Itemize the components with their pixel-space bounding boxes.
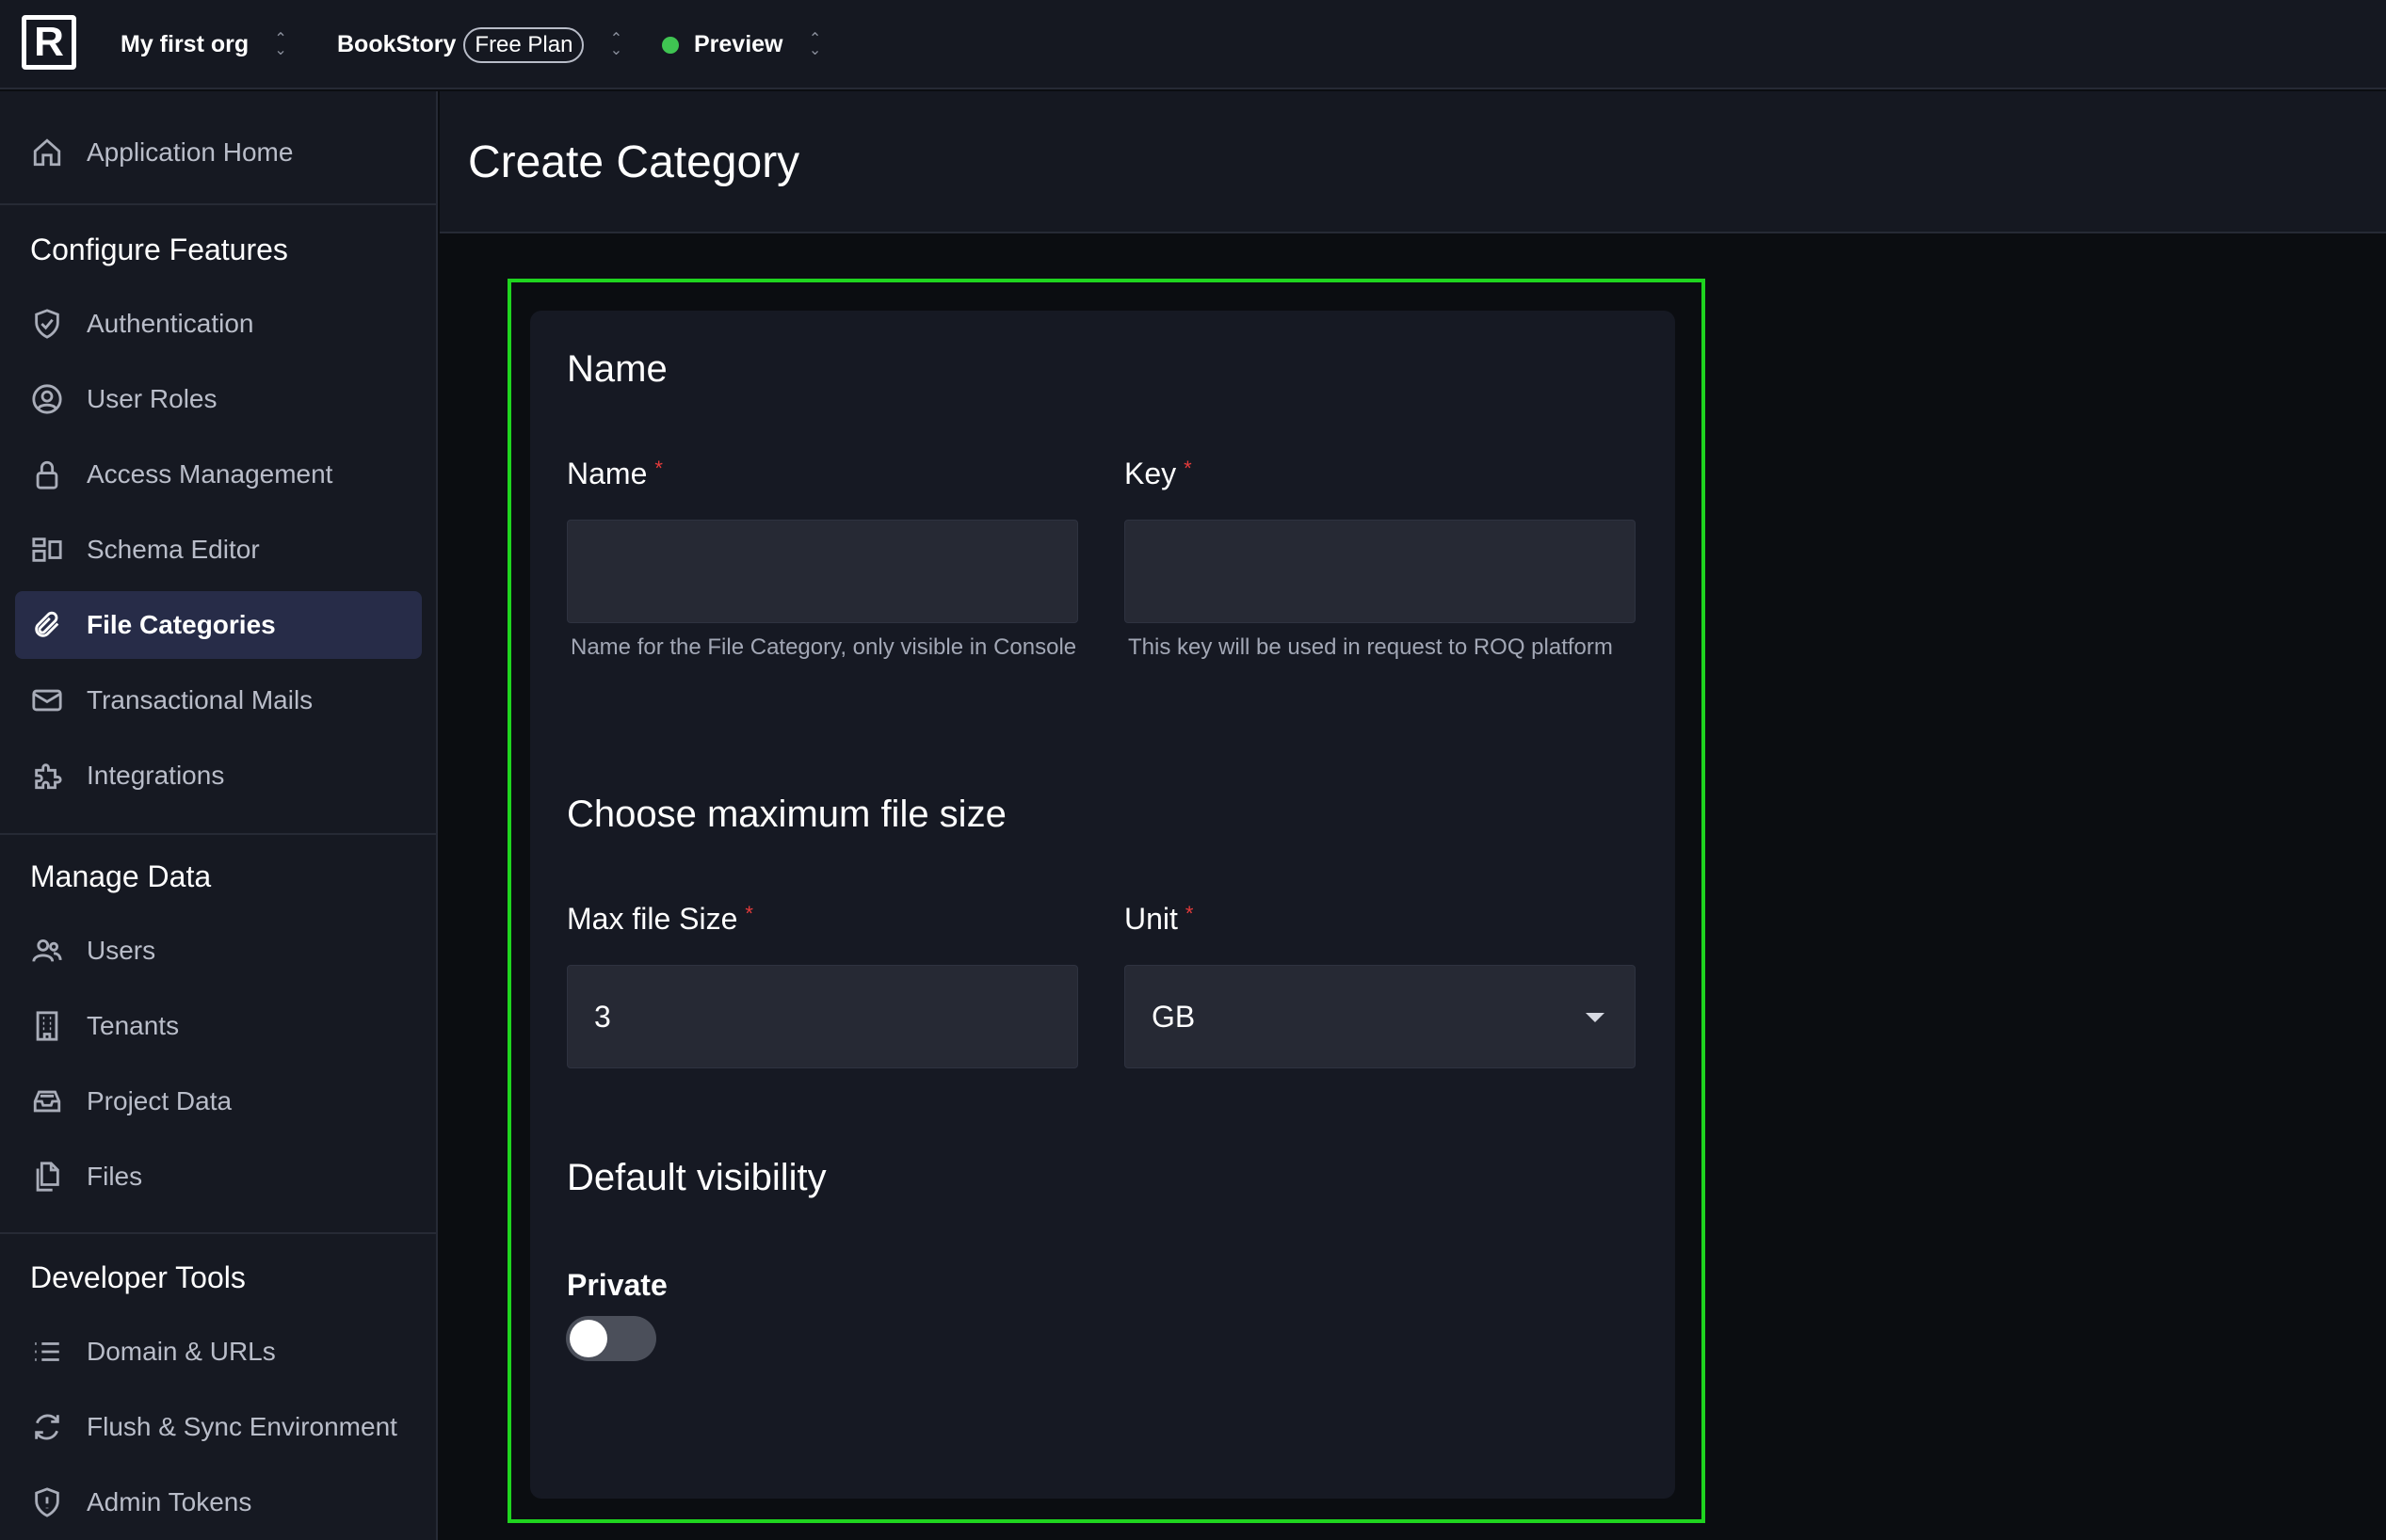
name-field-label: Name * bbox=[567, 457, 663, 491]
sidebar-divider bbox=[0, 833, 436, 835]
schema-icon bbox=[30, 533, 64, 567]
environment-name: Preview bbox=[694, 31, 783, 57]
plan-badge: Free Plan bbox=[463, 26, 585, 63]
unit-select[interactable]: GB bbox=[1124, 965, 1636, 1068]
chevron-updown-icon: ⌃ ⌄ bbox=[808, 30, 822, 58]
private-toggle[interactable] bbox=[566, 1316, 656, 1361]
project-name: BookStory bbox=[337, 31, 457, 57]
user-circle-icon bbox=[30, 382, 64, 416]
required-mark: * bbox=[745, 902, 753, 925]
page-title: Create Category bbox=[468, 137, 800, 187]
shield-alert-icon bbox=[30, 1485, 64, 1519]
required-mark: * bbox=[1184, 457, 1192, 480]
sidebar-item-label: Schema Editor bbox=[87, 535, 260, 564]
section-heading-file-size: Choose maximum file size bbox=[567, 794, 1007, 835]
sidebar-item-label: Access Management bbox=[87, 459, 333, 489]
private-toggle-label: Private bbox=[567, 1268, 668, 1302]
section-heading-name: Name bbox=[567, 348, 668, 390]
name-label-text: Name bbox=[567, 457, 648, 490]
sidebar-item-label: File Categories bbox=[87, 610, 276, 639]
key-input[interactable] bbox=[1124, 520, 1636, 623]
environment-switcher[interactable]: Preview ⌃ ⌄ bbox=[662, 0, 823, 89]
max-size-label-text: Max file Size bbox=[567, 902, 738, 936]
logo-letter: R bbox=[34, 19, 64, 65]
database-icon bbox=[30, 1084, 64, 1118]
section-title-configure: Configure Features bbox=[30, 233, 288, 266]
sidebar-item-label: Flush & Sync Environment bbox=[87, 1412, 397, 1441]
sidebar-item-flush-sync[interactable]: Flush & Sync Environment bbox=[15, 1393, 422, 1461]
section-title-developer: Developer Tools bbox=[30, 1260, 246, 1294]
max-size-input[interactable]: 3 bbox=[567, 965, 1078, 1068]
top-bar: R My first org ⌃ ⌄ BookStory Free Plan ⌃ ⌄… bbox=[0, 0, 2386, 89]
page-header: Create Category bbox=[440, 91, 2386, 233]
building-icon bbox=[30, 1009, 64, 1043]
lock-icon bbox=[30, 457, 64, 491]
sidebar-divider bbox=[0, 1232, 436, 1234]
key-label-text: Key bbox=[1124, 457, 1177, 490]
files-icon bbox=[30, 1160, 64, 1194]
sidebar-item-admin-tokens[interactable]: Admin Tokens bbox=[15, 1468, 422, 1536]
sidebar-item-project-data[interactable]: Project Data bbox=[15, 1067, 422, 1135]
sidebar-item-label: Users bbox=[87, 936, 156, 965]
sidebar-item-access-management[interactable]: Access Management bbox=[15, 441, 422, 508]
sidebar-item-label: Admin Tokens bbox=[87, 1487, 252, 1516]
environment-status-dot bbox=[662, 36, 679, 54]
name-input[interactable] bbox=[567, 520, 1078, 623]
project-switcher[interactable]: BookStory Free Plan ⌃ ⌄ bbox=[337, 0, 623, 89]
sidebar-item-application-home[interactable]: Application Home bbox=[15, 119, 422, 186]
org-switcher[interactable]: My first org ⌃ ⌄ bbox=[121, 0, 288, 89]
sidebar-item-domain-urls[interactable]: Domain & URLs bbox=[15, 1318, 422, 1386]
mail-icon bbox=[30, 683, 64, 717]
section-heading-visibility: Default visibility bbox=[567, 1157, 827, 1198]
caret-down-icon bbox=[1586, 1013, 1604, 1022]
sidebar-item-label: Files bbox=[87, 1162, 143, 1191]
sidebar-item-files[interactable]: Files bbox=[15, 1143, 422, 1211]
org-name: My first org bbox=[121, 31, 250, 57]
key-field-label: Key * bbox=[1124, 457, 1192, 491]
max-size-field-label: Max file Size * bbox=[567, 902, 753, 937]
chevron-updown-icon: ⌃ ⌄ bbox=[274, 30, 287, 58]
unit-select-value: GB bbox=[1152, 999, 1196, 1034]
sidebar-item-users[interactable]: Users bbox=[15, 917, 422, 985]
required-mark: * bbox=[1185, 902, 1194, 925]
users-icon bbox=[30, 934, 64, 968]
sync-icon bbox=[30, 1410, 64, 1444]
sidebar-item-label: Transactional Mails bbox=[87, 685, 314, 714]
puzzle-icon bbox=[30, 759, 64, 793]
sidebar-item-label: Tenants bbox=[87, 1011, 180, 1040]
unit-label-text: Unit bbox=[1124, 902, 1178, 936]
sidebar-item-transactional-mails[interactable]: Transactional Mails bbox=[15, 666, 422, 734]
sidebar-item-label: Application Home bbox=[87, 137, 294, 167]
home-icon bbox=[30, 136, 64, 169]
sidebar-item-tenants[interactable]: Tenants bbox=[15, 992, 422, 1060]
sidebar-item-label: Project Data bbox=[87, 1086, 233, 1115]
section-title-manage: Manage Data bbox=[30, 859, 212, 893]
toggle-knob bbox=[570, 1320, 607, 1357]
required-mark: * bbox=[654, 457, 663, 480]
max-size-input-value: 3 bbox=[594, 999, 611, 1034]
sidebar-item-label: Authentication bbox=[87, 309, 254, 338]
chevron-updown-icon: ⌃ ⌄ bbox=[609, 30, 623, 58]
list-icon bbox=[30, 1335, 64, 1369]
sidebar-item-user-roles[interactable]: User Roles bbox=[15, 365, 422, 433]
unit-field-label: Unit * bbox=[1124, 902, 1193, 937]
sidebar-item-label: Integrations bbox=[87, 761, 225, 790]
sidebar-item-schema-editor[interactable]: Schema Editor bbox=[15, 516, 422, 584]
sidebar: Application Home Configure Features Auth… bbox=[0, 91, 438, 1540]
sidebar-item-integrations[interactable]: Integrations bbox=[15, 742, 422, 810]
sidebar-item-label: Domain & URLs bbox=[87, 1337, 276, 1366]
app-logo[interactable]: R bbox=[22, 15, 76, 70]
shield-check-icon bbox=[30, 307, 64, 341]
sidebar-item-authentication[interactable]: Authentication bbox=[15, 290, 422, 358]
sidebar-item-label: User Roles bbox=[87, 384, 218, 413]
name-field-hint: Name for the File Category, only visible… bbox=[571, 634, 1077, 660]
paperclip-icon bbox=[30, 608, 64, 642]
key-field-hint: This key will be used in request to ROQ … bbox=[1128, 634, 1613, 660]
sidebar-item-file-categories[interactable]: File Categories bbox=[15, 591, 422, 659]
